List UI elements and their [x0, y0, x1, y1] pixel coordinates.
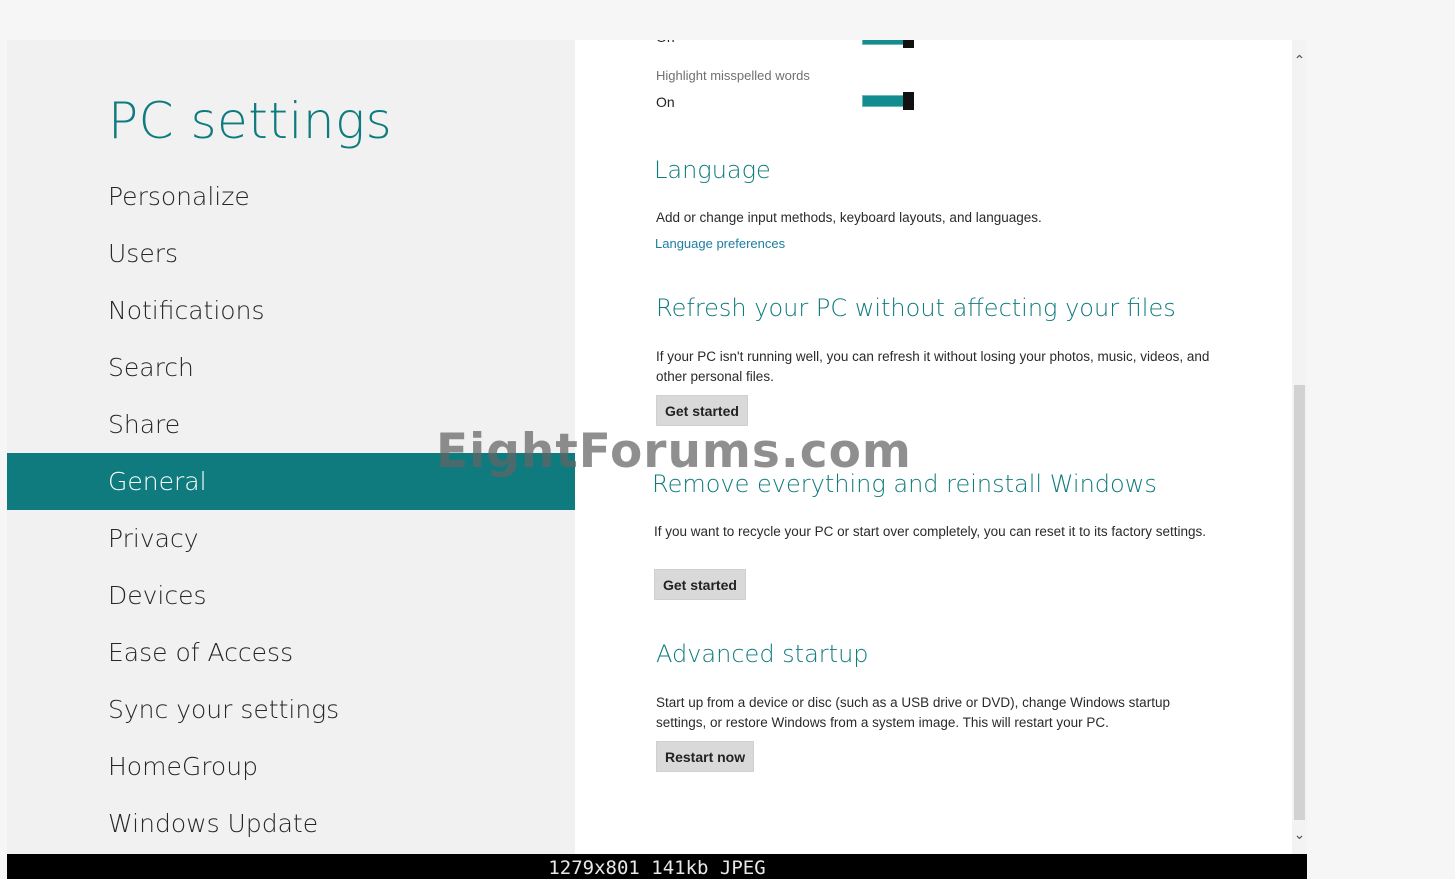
- nav-item-homegroup[interactable]: HomeGroup: [7, 738, 575, 795]
- highlight-misspelled-label: Highlight misspelled words: [656, 68, 810, 83]
- refresh-title: Refresh your PC without affecting your f…: [656, 294, 1176, 322]
- nav-item-notifications[interactable]: Notifications: [7, 282, 575, 339]
- nav-item-privacy[interactable]: Privacy: [7, 510, 575, 567]
- page-title: PC settings: [108, 92, 393, 150]
- chevron-up-icon[interactable]: ⌃: [1292, 52, 1307, 72]
- restart-now-button[interactable]: Restart now: [656, 741, 755, 772]
- toggle-thumb: [903, 92, 914, 110]
- advanced-startup-title: Advanced startup: [656, 640, 869, 668]
- nav-item-ease-of-access[interactable]: Ease of Access: [7, 624, 575, 681]
- language-description: Add or change input methods, keyboard la…: [656, 210, 1042, 225]
- refresh-description: If your PC isn't running well, you can r…: [656, 349, 1210, 384]
- advanced-startup-description: Start up from a device or disc (such as …: [656, 695, 1170, 730]
- toggle-track: [862, 95, 906, 107]
- image-info-bar: 1279x801 141kb JPEG: [7, 854, 1307, 879]
- chevron-down-icon[interactable]: ⌄: [1292, 826, 1307, 846]
- partial-toggle-switch[interactable]: [862, 40, 914, 48]
- settings-nav: Personalize Users Notifications Search S…: [7, 168, 575, 852]
- nav-item-windows-update[interactable]: Windows Update: [7, 795, 575, 852]
- nav-item-devices[interactable]: Devices: [7, 567, 575, 624]
- nav-item-search[interactable]: Search: [7, 339, 575, 396]
- nav-item-personalize[interactable]: Personalize: [7, 168, 575, 225]
- highlight-misspelled-toggle[interactable]: [862, 92, 914, 110]
- vertical-scrollbar[interactable]: ⌃ ⌄: [1292, 40, 1307, 854]
- toggle-thumb: [903, 40, 914, 48]
- nav-item-users[interactable]: Users: [7, 225, 575, 282]
- reset-description: If you want to recycle your PC or start …: [654, 524, 1206, 539]
- top-margin: [0, 0, 1455, 40]
- highlight-misspelled-value: On: [656, 94, 675, 110]
- refresh-get-started-button[interactable]: Get started: [656, 395, 748, 426]
- reset-get-started-button[interactable]: Get started: [654, 569, 746, 600]
- language-title: Language: [654, 156, 771, 184]
- language-preferences-link[interactable]: Language preferences: [655, 236, 785, 251]
- nav-item-sync-settings[interactable]: Sync your settings: [7, 681, 575, 738]
- watermark: EightForums.com: [436, 424, 912, 479]
- toggle-track: [862, 40, 906, 45]
- partial-toggle-value: On: [656, 40, 675, 45]
- scrollbar-thumb[interactable]: [1294, 385, 1305, 820]
